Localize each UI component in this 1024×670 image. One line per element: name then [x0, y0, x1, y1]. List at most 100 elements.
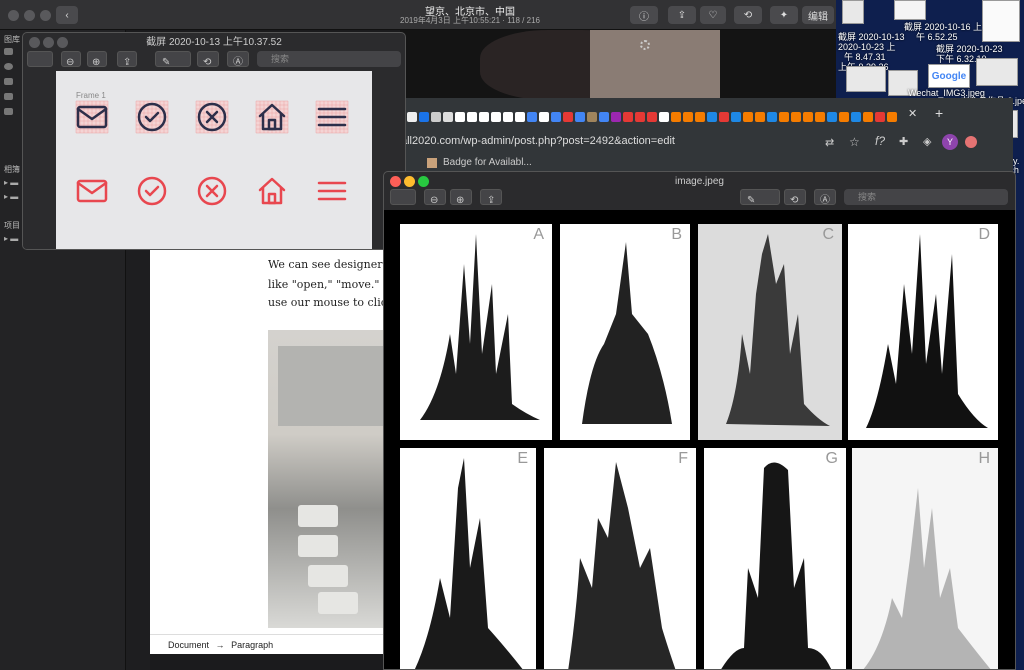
- bookmark-item[interactable]: Badge for Availabl...: [443, 157, 532, 168]
- annotate-button[interactable]: Ⓐ: [814, 189, 836, 206]
- markup-button[interactable]: ✎: [155, 51, 191, 68]
- tab-favicon[interactable]: [419, 112, 429, 122]
- zoom-button[interactable]: [40, 10, 51, 21]
- disclosure-triangle-icon[interactable]: ▸ ▬: [4, 178, 18, 187]
- search-field[interactable]: 搜索: [844, 189, 1008, 205]
- tab-favicon[interactable]: [707, 112, 717, 122]
- tab-favicon[interactable]: [623, 112, 633, 122]
- desktop-file[interactable]: [842, 0, 864, 24]
- desktop-file[interactable]: [894, 0, 926, 20]
- tab-favicon[interactable]: [791, 112, 801, 122]
- edit-button[interactable]: 编辑: [802, 6, 834, 24]
- places-icon[interactable]: [4, 93, 13, 100]
- tab-favicon[interactable]: [803, 112, 813, 122]
- tab-favicon[interactable]: [407, 112, 417, 122]
- zoom-out-button[interactable]: ⊖: [61, 51, 81, 68]
- paragraph-line[interactable]: use our mouse to click: [268, 296, 394, 309]
- tab-favicon[interactable]: [599, 112, 609, 122]
- desktop-file[interactable]: [976, 58, 1018, 86]
- translate-icon[interactable]: ⇄: [825, 136, 834, 149]
- tab-favicon[interactable]: [587, 112, 597, 122]
- tab-favicon[interactable]: [695, 112, 705, 122]
- tab-favicon[interactable]: [515, 112, 525, 122]
- breadcrumb-document[interactable]: Document: [168, 640, 209, 650]
- back-button[interactable]: ‹: [56, 6, 78, 24]
- tab-favicon[interactable]: [527, 112, 537, 122]
- search-field[interactable]: 搜索: [257, 51, 401, 67]
- share-button[interactable]: ⇪: [480, 189, 502, 206]
- desktop-file[interactable]: [846, 66, 886, 92]
- memories-icon[interactable]: [4, 63, 13, 70]
- rotate-button[interactable]: ⟲: [784, 189, 806, 206]
- google-logo-file[interactable]: Google: [928, 64, 970, 88]
- puzzle-icon[interactable]: ✚: [899, 135, 908, 148]
- new-tab-icon[interactable]: +: [935, 105, 951, 123]
- extension-icon[interactable]: f?: [875, 134, 885, 148]
- breadcrumb-paragraph[interactable]: Paragraph: [231, 640, 273, 650]
- tag-icon[interactable]: ◈: [923, 135, 931, 148]
- sidebar-toggle-button[interactable]: [27, 51, 53, 67]
- tab-favicon[interactable]: [503, 112, 513, 122]
- favorite-button[interactable]: ♡: [700, 6, 726, 24]
- tab-favicon[interactable]: [539, 112, 549, 122]
- info-button[interactable]: ⓘ: [630, 6, 658, 24]
- tab-favicon[interactable]: [563, 112, 573, 122]
- photos-icon[interactable]: [4, 48, 13, 55]
- zoom-in-button[interactable]: ⊕: [87, 51, 107, 68]
- tab-favicon[interactable]: [839, 112, 849, 122]
- tab-favicon[interactable]: [743, 112, 753, 122]
- tab-favicon[interactable]: [467, 112, 477, 122]
- markup-button[interactable]: ✎: [740, 189, 780, 206]
- disclosure-triangle-icon[interactable]: ▸ ▬: [4, 192, 18, 201]
- tab-favicon[interactable]: [575, 112, 585, 122]
- tab-favicon[interactable]: [731, 112, 741, 122]
- zoom-out-button[interactable]: ⊖: [424, 189, 446, 206]
- extension-avatar-icon[interactable]: [965, 136, 977, 148]
- close-button[interactable]: [8, 10, 19, 21]
- tab-favicon[interactable]: [863, 112, 873, 122]
- tab-favicon[interactable]: [479, 112, 489, 122]
- paragraph-line[interactable]: We can see designers: [268, 258, 388, 271]
- enhance-button[interactable]: ✦: [770, 6, 798, 24]
- tab-favicon[interactable]: [827, 112, 837, 122]
- tab-favicon[interactable]: [875, 112, 885, 122]
- share-button[interactable]: ⇪: [117, 51, 137, 68]
- image-canvas: A B C D E F G H: [384, 210, 1015, 669]
- rotate-button[interactable]: ⟲: [197, 51, 219, 68]
- tab-favicon[interactable]: [551, 112, 561, 122]
- minimize-button[interactable]: [24, 10, 35, 21]
- tab-favicon[interactable]: [815, 112, 825, 122]
- tab-favicon[interactable]: [851, 112, 861, 122]
- profile-avatar[interactable]: Y: [942, 134, 958, 150]
- people-icon[interactable]: [4, 78, 13, 85]
- tab-favicon[interactable]: [767, 112, 777, 122]
- tab-favicon[interactable]: [647, 112, 657, 122]
- annotate-button[interactable]: Ⓐ: [227, 51, 249, 68]
- tab-favicon[interactable]: [443, 112, 453, 122]
- paragraph-line[interactable]: like "open," "move." H: [268, 278, 393, 291]
- star-icon[interactable]: ☆: [849, 135, 860, 149]
- tab-favicon[interactable]: [671, 112, 681, 122]
- tab-favicon[interactable]: [635, 112, 645, 122]
- tab-favicon[interactable]: [755, 112, 765, 122]
- address-bar[interactable]: all2020.com/wp-admin/post.php?post=2492&…: [401, 135, 861, 151]
- rotate-button[interactable]: ⟲: [734, 6, 762, 24]
- zoom-in-button[interactable]: ⊕: [450, 189, 472, 206]
- tab-favicon[interactable]: [431, 112, 441, 122]
- imports-icon[interactable]: [4, 108, 13, 115]
- share-button[interactable]: ⇪: [668, 6, 696, 24]
- tab-favicon[interactable]: [491, 112, 501, 122]
- tab-favicon[interactable]: [455, 112, 465, 122]
- tab-strip[interactable]: [395, 109, 955, 123]
- disclosure-triangle-icon[interactable]: ▸ ▬: [4, 234, 18, 243]
- tab-favicon[interactable]: [779, 112, 789, 122]
- desktop-file[interactable]: [982, 0, 1020, 42]
- tab-favicon[interactable]: [611, 112, 621, 122]
- tab-favicon[interactable]: [719, 112, 729, 122]
- info-icon: ⓘ: [639, 11, 649, 23]
- tab-favicon[interactable]: [683, 112, 693, 122]
- tab-favicon[interactable]: [659, 112, 669, 122]
- tab-favicon[interactable]: [887, 112, 897, 122]
- sidebar-toggle-button[interactable]: [390, 189, 416, 205]
- close-tab-icon[interactable]: ✕: [908, 107, 922, 123]
